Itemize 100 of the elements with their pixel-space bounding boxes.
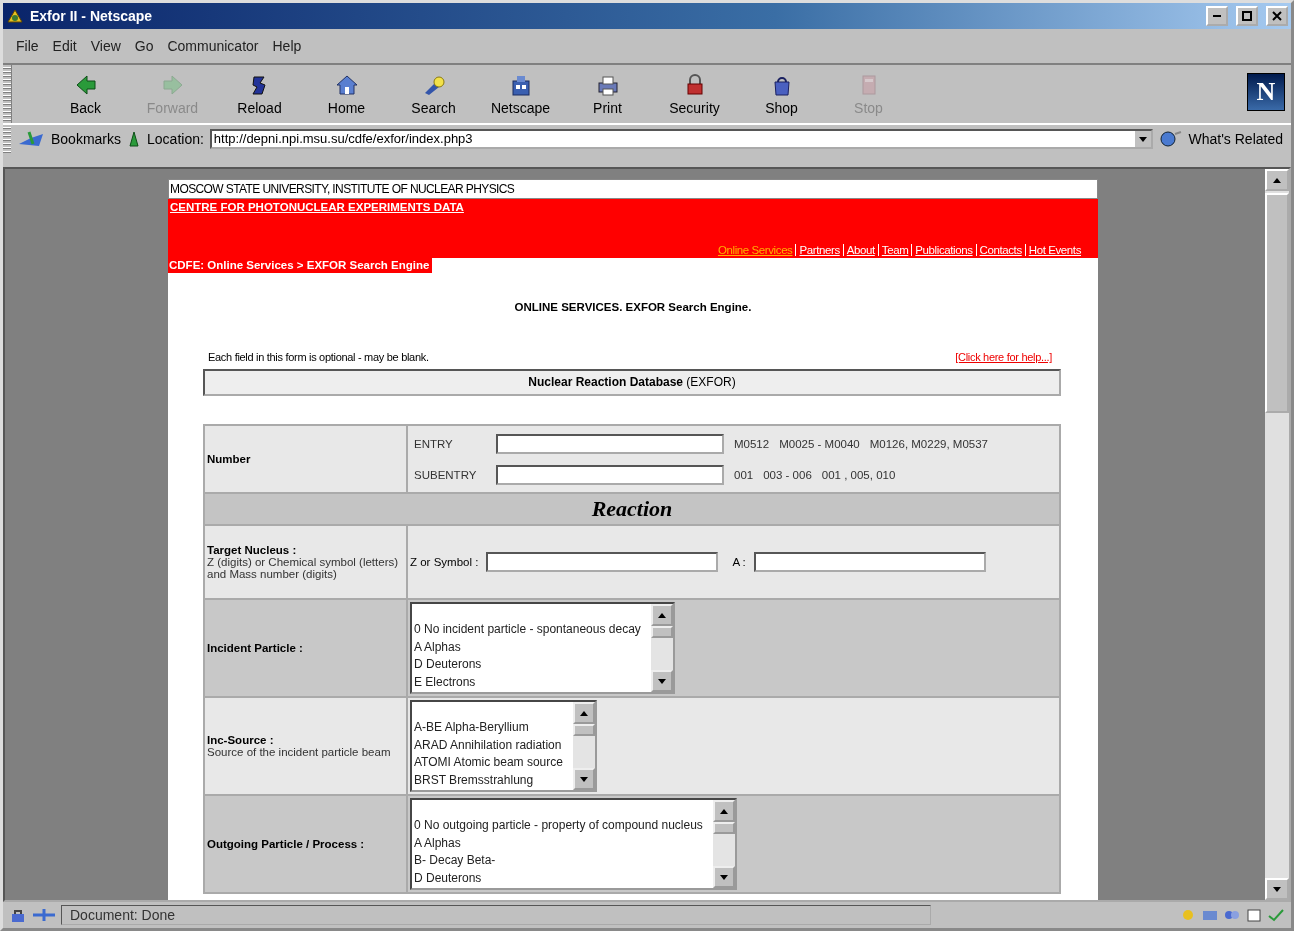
scroll-down-button[interactable] [572, 768, 595, 790]
input-field[interactable] [753, 552, 986, 572]
menu-item[interactable]: Help [265, 38, 309, 54]
input-field[interactable] [486, 552, 719, 572]
scroll-down-button[interactable] [712, 866, 735, 888]
help-link[interactable]: [Click here for help...] [955, 351, 1052, 363]
field-label: Incident Particle : [207, 642, 304, 654]
scroll-down-button[interactable] [650, 670, 673, 692]
close-button[interactable] [1266, 6, 1288, 26]
toolbar-grip[interactable] [3, 65, 12, 123]
input-field[interactable] [496, 433, 724, 454]
toolbar-button[interactable]: Reload [216, 65, 303, 123]
example-text: 001 [734, 468, 754, 481]
menu-item[interactable]: File [9, 38, 46, 54]
field-label: Number [207, 453, 251, 465]
down-arrow-icon [719, 874, 728, 880]
example-text: 003 - 006 [763, 468, 812, 481]
field-label: Inc-Source : [207, 734, 275, 746]
scroll-thumb[interactable] [572, 724, 595, 736]
minimize-icon [1213, 15, 1221, 17]
scrollbar[interactable] [712, 800, 735, 888]
scrollbar[interactable] [572, 702, 595, 790]
close-icon [1272, 11, 1282, 21]
scroll-thumb[interactable] [650, 626, 673, 638]
netscape-logo: N [1247, 73, 1285, 111]
bookmark-icon [17, 130, 45, 148]
minimize-button[interactable] [1206, 6, 1228, 26]
field-label: Target Nucleus : [207, 544, 298, 556]
menu-item[interactable]: Go [127, 38, 161, 54]
up-arrow-icon [1273, 177, 1281, 183]
list-option[interactable]: ATOMI Atomic beam source [414, 754, 563, 772]
list-option[interactable]: A Alphas [414, 834, 703, 852]
toolbar-grip[interactable] [3, 125, 11, 153]
down-arrow-icon [1273, 886, 1281, 892]
example-text: M0512 [734, 437, 770, 450]
breadcrumb: CDFE: Online Services > EXFOR Search Engine [168, 258, 433, 273]
form-note: Each field in this form is optional - may be blank. [208, 351, 429, 363]
menu-item[interactable]: View [83, 38, 128, 54]
menu-item[interactable]: Edit [45, 38, 84, 54]
scrollbar[interactable] [650, 604, 673, 692]
nav-link[interactable]: Contacts [975, 244, 1025, 256]
up-arrow-icon [719, 808, 728, 814]
scroll-up-button[interactable] [650, 604, 673, 626]
list-option[interactable]: A-BE Alpha-Beryllium [414, 719, 563, 737]
field-label: Z or Symbol : [410, 556, 479, 568]
list-option[interactable]: D Deuterons [414, 869, 703, 887]
toolbar-button[interactable]: Back [42, 65, 129, 123]
bookmarks-button[interactable]: Bookmarks [51, 131, 122, 147]
section-title: Reaction [591, 496, 673, 521]
field-label: SUBENTRY [413, 468, 478, 481]
list-option[interactable]: E Electrons [414, 673, 641, 691]
example-text: M0126, M0229, M0537 [869, 437, 988, 450]
example-text: 001 , 005, 010 [821, 468, 896, 481]
example-text: M0025 - M0040 [779, 437, 860, 450]
input-field[interactable] [496, 464, 724, 485]
up-arrow-icon [579, 710, 588, 716]
location-icon [127, 130, 142, 148]
down-arrow-icon [657, 678, 666, 684]
checkmark-icon [1267, 908, 1285, 922]
field-label: A : [732, 556, 746, 568]
toolbar-button[interactable]: Shop [738, 65, 825, 123]
menu-item[interactable]: Communicator [160, 38, 266, 54]
list-option[interactable]: 0 No outgoing particle - property of compound nucleus [414, 817, 703, 835]
toolbar-button[interactable]: Search [390, 65, 477, 123]
nav-link[interactable]: About [842, 244, 878, 256]
url-text: http://depni.npi.msu.su/cdfe/exfor/index.php3 [213, 131, 473, 147]
url-field[interactable]: http://depni.npi.msu.su/cdfe/exfor/index.php3 [209, 129, 1153, 149]
nav-link[interactable]: Team [877, 244, 912, 256]
centre-link[interactable]: CENTRE FOR PHOTONUCLEAR EXPERIMENTS DATA [170, 201, 464, 213]
toolbar-button[interactable]: Print [564, 65, 651, 123]
maximize-button[interactable] [1236, 6, 1258, 26]
nav-link[interactable]: Hot Events [1024, 244, 1084, 256]
nav-link[interactable]: Partners [795, 244, 843, 256]
list-option[interactable]: 0 No incident particle - spontaneous decay [414, 621, 641, 639]
institute-header: MOSCOW STATE UNIVERSITY, INSTITUTE OF NUCLEAR PHYSICS [168, 179, 1098, 199]
toolbar-button[interactable]: Security [651, 65, 738, 123]
toolbar-button[interactable]: Home [303, 65, 390, 123]
scroll-thumb[interactable] [712, 822, 735, 834]
lock-icon [9, 908, 27, 922]
list-option[interactable]: BRST Bremsstrahlung [414, 771, 563, 789]
nav-link[interactable]: Publications [911, 244, 976, 256]
scroll-up-button[interactable] [572, 702, 595, 724]
maximize-icon [1242, 11, 1252, 21]
whats-related-button[interactable]: What's Related [1188, 131, 1283, 147]
netscape-icon [6, 8, 24, 24]
list-option[interactable]: ARAD Annihilation radiation [414, 736, 563, 754]
list-option[interactable]: A Alphas [414, 638, 641, 656]
scroll-up-button[interactable] [712, 800, 735, 822]
status-text: Document: Done [61, 905, 931, 925]
toolbar-button[interactable]: Netscape [477, 65, 564, 123]
up-arrow-icon [657, 612, 666, 618]
list-option[interactable]: D Deuterons [414, 656, 641, 674]
page-heading: ONLINE SERVICES. EXFOR Search Engine. [513, 301, 753, 313]
list-option[interactable]: B- Decay Beta- [414, 852, 703, 870]
field-description: Z (digits) or Chemical symbol (letters) and Mass number (digits) [207, 556, 400, 580]
database-banner: Nuclear Reaction Database (EXFOR) [203, 369, 1061, 396]
down-arrow-icon [579, 776, 588, 782]
field-description: Source of the incident particle beam [207, 746, 392, 758]
location-label: Location: [147, 131, 204, 147]
window-title: Exfor II - Netscape [30, 8, 153, 24]
